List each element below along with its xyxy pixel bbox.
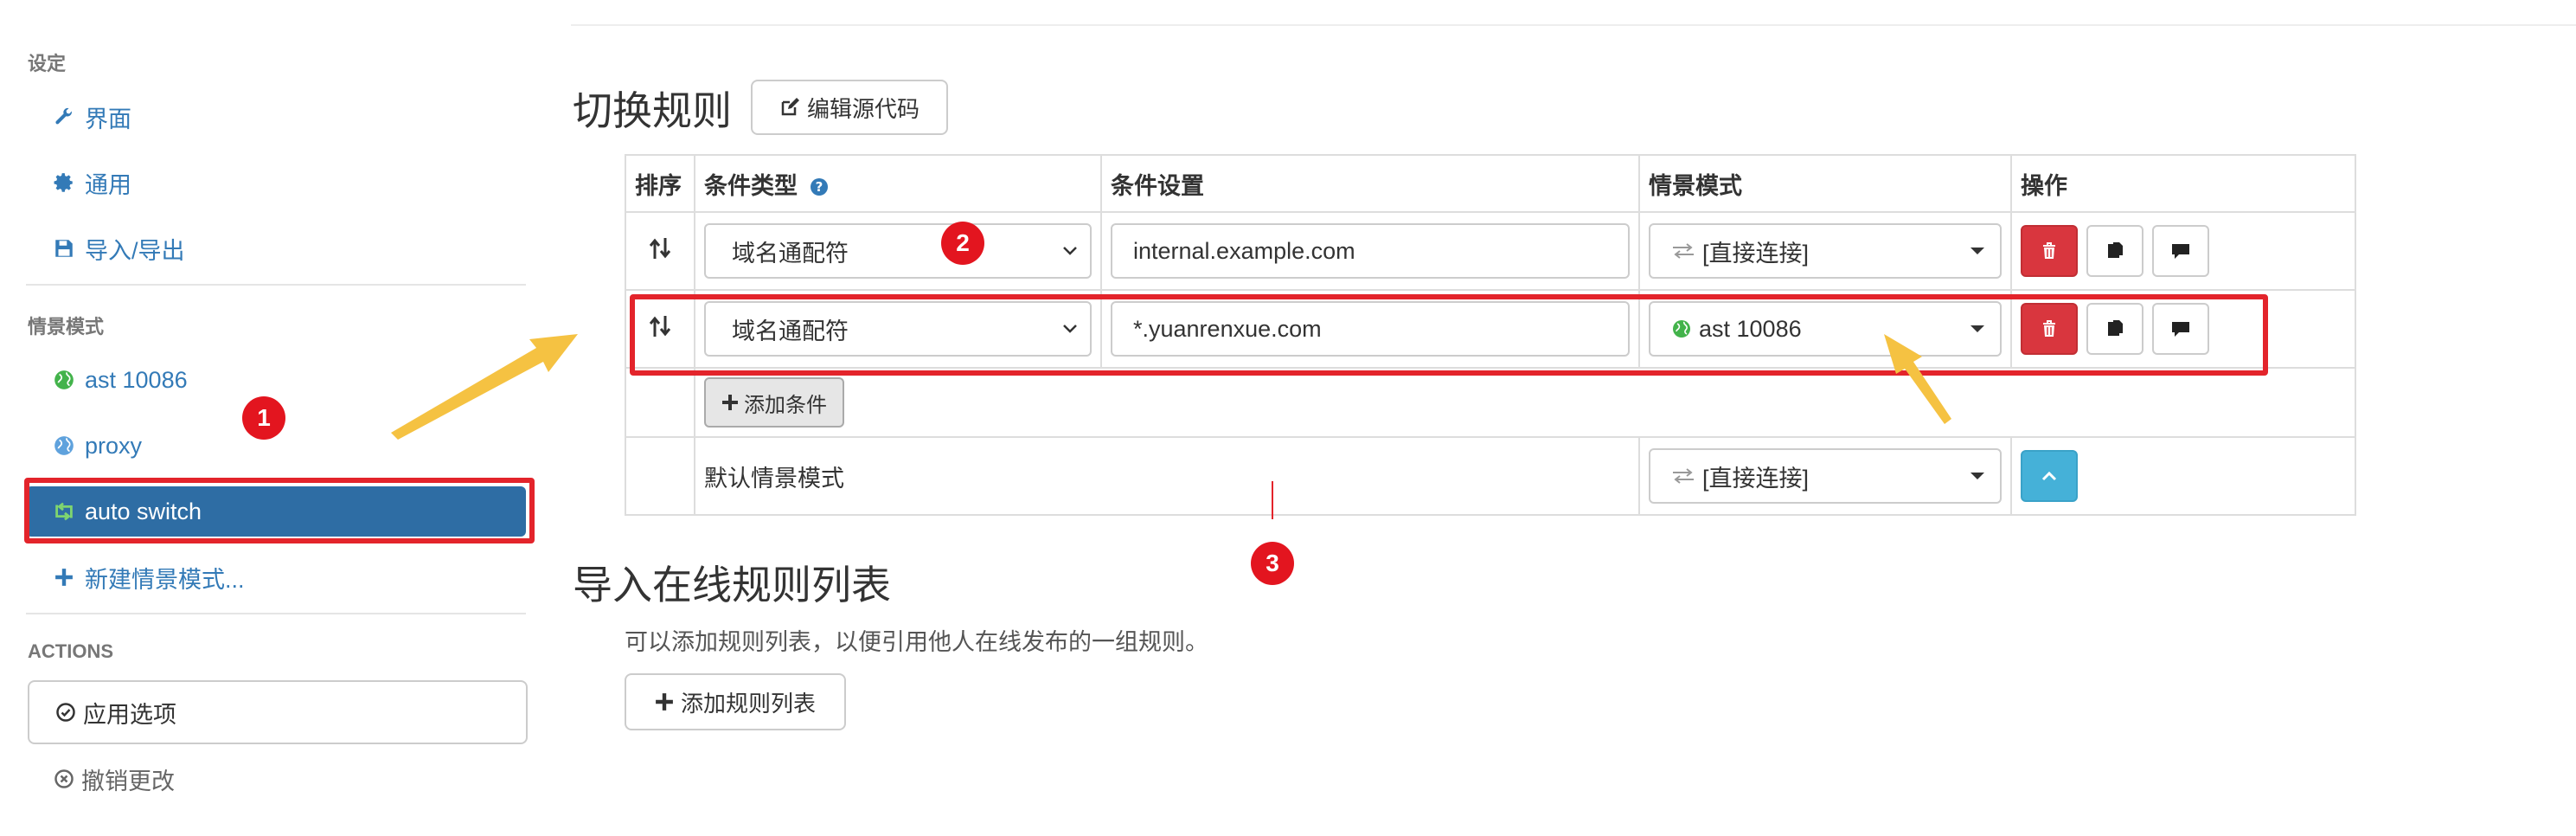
annotation-arrow-2 <box>1884 334 1951 424</box>
annotation-arrows <box>391 334 1951 440</box>
annotation-arrow-1 <box>391 334 578 440</box>
